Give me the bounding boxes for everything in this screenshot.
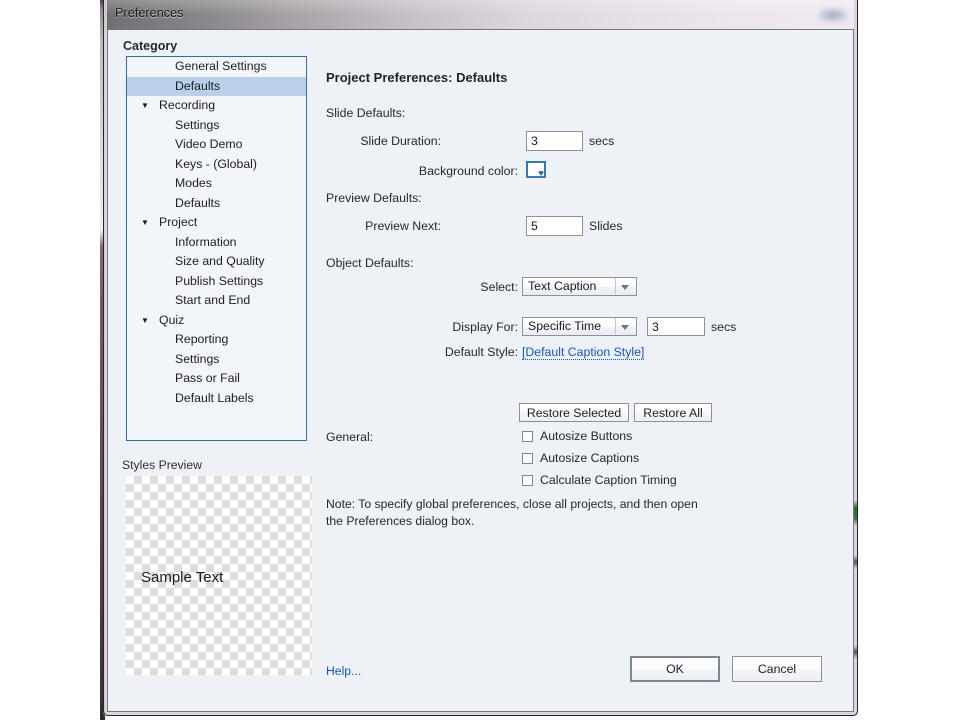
sidebar-item-label: Information xyxy=(175,234,237,249)
styles-preview-label: Styles Preview xyxy=(122,458,202,472)
sidebar-item-label: Defaults xyxy=(175,195,221,210)
sidebar-item-reporting[interactable]: Reporting xyxy=(127,330,306,350)
default-style-label: Default Style: xyxy=(444,345,518,359)
sidebar-item-modes[interactable]: Modes xyxy=(127,174,306,194)
autosize-captions-label: Autosize Captions xyxy=(540,451,640,465)
slide-duration-unit: secs xyxy=(589,134,615,148)
sidebar-item-video-demo[interactable]: Video Demo xyxy=(127,135,306,155)
sidebar-item-quiz[interactable]: ▼ Quiz xyxy=(127,311,306,331)
sidebar-item-defaults[interactable]: Defaults xyxy=(127,194,306,214)
background-color-label: Background color: xyxy=(418,164,518,178)
object-select-combobox[interactable]: Text Caption xyxy=(522,277,637,296)
autosize-buttons-label: Autosize Buttons xyxy=(540,429,633,443)
display-time-input[interactable] xyxy=(647,317,705,336)
sidebar-item-label: Project xyxy=(159,215,198,229)
window-edge-accent-gray-lower xyxy=(854,645,857,659)
tree-expand-icon[interactable]: ▼ xyxy=(139,213,151,233)
display-for-value: Specific Time xyxy=(528,319,602,333)
display-for-dropdown-button[interactable] xyxy=(615,318,636,335)
panel-title: Project Preferences: Defaults xyxy=(326,70,508,85)
autosize-captions-checkbox[interactable] xyxy=(522,453,533,464)
desktop-background: Preferences Category General Settings Def… xyxy=(0,0,960,720)
titlebar-window-controls-blur[interactable] xyxy=(819,8,847,22)
sidebar-item-label: Publish Settings xyxy=(175,273,264,288)
sidebar-item-project[interactable]: ▼ Project xyxy=(127,213,306,233)
window-edge-accent-gray-upper xyxy=(854,555,857,569)
sidebar-item-label: Recording xyxy=(159,98,216,112)
sidebar-item-label: Keys - (Global) xyxy=(175,156,258,171)
sidebar-item-start-and-end[interactable]: Start and End xyxy=(127,291,306,311)
window-title: Preferences xyxy=(115,6,184,20)
preview-next-input[interactable] xyxy=(526,216,583,236)
sidebar-item-label: Reporting xyxy=(175,332,229,346)
sidebar-item-keys-global[interactable]: Keys - (Global) xyxy=(127,155,306,175)
sidebar-item-label: Default Labels xyxy=(175,390,254,405)
sidebar-item-label: Pass or Fail xyxy=(175,371,240,385)
global-preferences-note: Note: To specify global preferences, clo… xyxy=(326,497,698,528)
sidebar-item-label: Size and Quality xyxy=(175,254,265,268)
sidebar-item-default-labels[interactable]: Default Labels xyxy=(127,389,306,409)
sidebar-item-settings[interactable]: Settings xyxy=(127,116,306,136)
sidebar-item-general-settings[interactable]: General Settings xyxy=(127,57,306,77)
preview-defaults-section-label: Preview Defaults: xyxy=(326,191,422,205)
sidebar-item-defaults[interactable]: Defaults xyxy=(127,76,306,96)
preview-next-label: Preview Next: xyxy=(365,219,441,233)
object-defaults-section-label: Object Defaults: xyxy=(326,256,414,270)
calculate-caption-timing-checkbox[interactable] xyxy=(522,475,533,486)
sidebar-item-information[interactable]: Information xyxy=(127,233,306,253)
tree-expand-icon[interactable]: ▼ xyxy=(139,96,151,116)
restore-selected-button[interactable]: Restore Selected xyxy=(519,403,629,422)
display-for-combobox[interactable]: Specific Time xyxy=(522,317,637,336)
sidebar-item-settings[interactable]: Settings xyxy=(127,350,306,370)
tree-expand-icon[interactable]: ▼ xyxy=(139,311,151,331)
sidebar-item-pass-or-fail[interactable]: Pass or Fail xyxy=(127,369,306,389)
object-select-dropdown-button[interactable] xyxy=(615,278,636,295)
sidebar-item-label: Video Demo xyxy=(175,137,243,151)
sidebar-item-publish-settings[interactable]: Publish Settings xyxy=(127,272,306,292)
slide-duration-label: Slide Duration: xyxy=(360,134,441,148)
preferences-window: Preferences Category General Settings Def… xyxy=(103,0,858,716)
chevron-down-icon xyxy=(538,172,544,176)
chevron-down-icon xyxy=(621,285,629,290)
calculate-caption-timing-label: Calculate Caption Timing xyxy=(540,473,677,487)
window-title-bar[interactable]: Preferences xyxy=(103,0,858,29)
preferences-dialog: Category General Settings Defaults ▼ Record… xyxy=(107,29,854,712)
general-label: General: xyxy=(326,430,374,444)
ok-button[interactable]: OK xyxy=(630,656,720,682)
help-link[interactable]: Help... xyxy=(326,664,361,678)
chevron-down-icon xyxy=(621,325,629,330)
cancel-button[interactable]: Cancel xyxy=(732,656,822,682)
object-select-value: Text Caption xyxy=(528,279,597,293)
preview-next-unit: Slides xyxy=(589,219,623,233)
sidebar-item-label: General Settings xyxy=(175,59,267,73)
display-time-unit: secs xyxy=(711,320,737,334)
sample-text: Sample Text xyxy=(141,569,224,586)
background-color-swatch[interactable] xyxy=(526,161,546,178)
category-heading: Category xyxy=(123,39,178,53)
autosize-buttons-checkbox[interactable] xyxy=(522,431,533,442)
display-for-label: Display For: xyxy=(452,320,518,334)
sidebar-item-label: Start and End xyxy=(175,293,251,307)
sidebar-item-label: Defaults xyxy=(175,78,221,93)
default-style-link[interactable]: [Default Caption Style] xyxy=(522,345,645,360)
restore-all-button[interactable]: Restore All xyxy=(634,403,712,422)
sidebar-item-recording[interactable]: ▼ Recording xyxy=(127,96,306,116)
sidebar-item-label: Settings xyxy=(175,117,220,132)
titlebar-ghost-artifact xyxy=(756,9,772,19)
slide-duration-input[interactable] xyxy=(526,131,583,151)
slide-defaults-section-label: Slide Defaults: xyxy=(326,106,406,120)
styles-preview-canvas: Sample Text xyxy=(126,476,312,675)
category-tree[interactable]: General Settings Defaults ▼ Recording Settin… xyxy=(126,56,307,441)
object-select-label: Select: xyxy=(480,280,518,294)
sidebar-item-label: Settings xyxy=(175,351,220,366)
sidebar-item-label: Quiz xyxy=(159,312,185,327)
sidebar-item-label: Modes xyxy=(175,176,212,190)
window-edge-accent-green xyxy=(854,500,857,526)
sidebar-item-size-and-quality[interactable]: Size and Quality xyxy=(127,252,306,272)
